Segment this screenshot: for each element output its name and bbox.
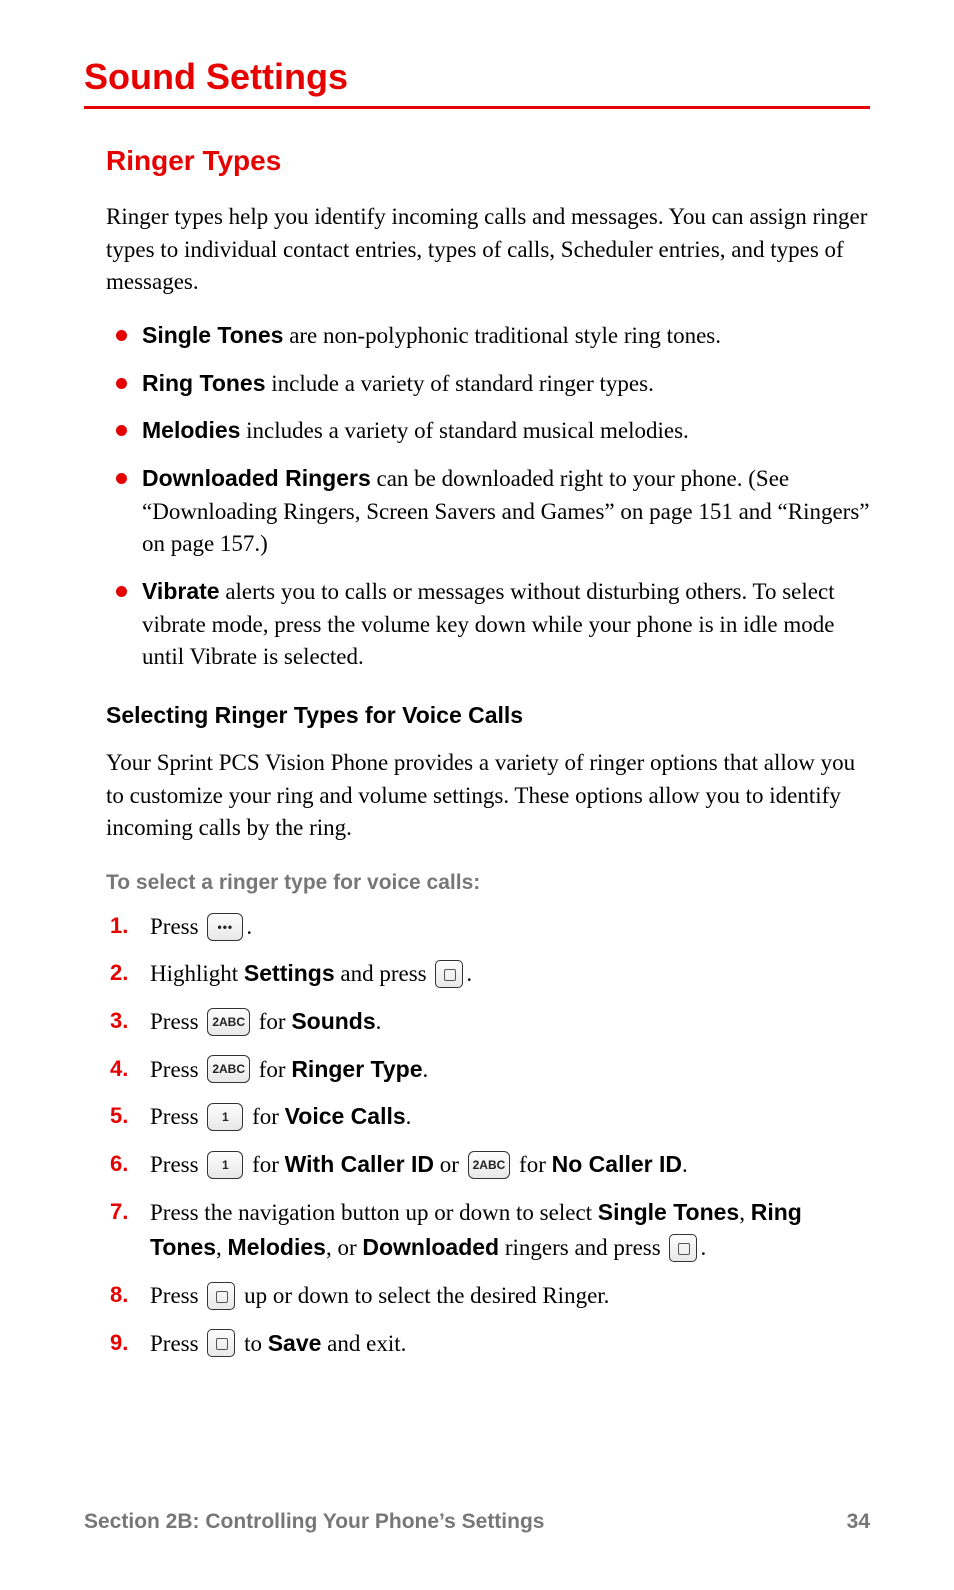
step-text: Highlight — [150, 961, 244, 986]
keypad-2-icon: 2ABC — [207, 1008, 250, 1036]
footer-section-label: Section 2B: Controlling Your Phone’s Set… — [84, 1510, 544, 1534]
step-text: for — [519, 1152, 552, 1177]
step-item: Press 2ABC for Ringer Type. — [106, 1052, 870, 1088]
step-text: Press — [150, 1057, 204, 1082]
step-bold: Save — [268, 1330, 322, 1356]
step-bold: Downloaded — [362, 1234, 499, 1260]
bullet-rest: include a variety of standard ringer typ… — [266, 371, 654, 396]
step-item: Press the navigation button up or down t… — [106, 1195, 870, 1266]
step-bold: Single Tones — [598, 1199, 739, 1225]
bullet-rest: alerts you to calls or messages without … — [142, 579, 835, 669]
keypad-2-icon: 2ABC — [468, 1151, 511, 1179]
keypad-1-icon: 1 — [207, 1151, 243, 1179]
step-text: for — [259, 1009, 292, 1034]
procedure-lead-in: To select a ringer type for voice calls: — [106, 871, 870, 895]
intro-paragraph: Ringer types help you identify incoming … — [106, 201, 870, 299]
step-text: or — [434, 1152, 465, 1177]
procedure-steps: Press . Highlight Settings and press . P… — [106, 909, 870, 1361]
list-item: Downloaded Ringers can be downloaded rig… — [106, 462, 870, 561]
page-footer: Section 2B: Controlling Your Phone’s Set… — [84, 1510, 870, 1534]
ok-key-icon — [435, 960, 463, 988]
list-item: Ring Tones include a variety of standard… — [106, 367, 870, 401]
step-text: Press — [150, 1104, 204, 1129]
list-item: Single Tones are non-polyphonic traditio… — [106, 319, 870, 353]
step-text: ringers and press — [499, 1235, 666, 1260]
step-text: Press — [150, 1331, 204, 1356]
step-text: , — [739, 1200, 751, 1225]
bullet-term: Downloaded Ringers — [142, 465, 371, 491]
ok-key-icon — [669, 1234, 697, 1262]
step-text: . — [406, 1104, 412, 1129]
step-text: . — [466, 961, 472, 986]
bullet-term: Single Tones — [142, 322, 283, 348]
bullet-rest: are non-polyphonic traditional style rin… — [283, 323, 721, 348]
step-item: Press to Save and exit. — [106, 1326, 870, 1362]
step-item: Press 2ABC for Sounds. — [106, 1004, 870, 1040]
step-text: to — [244, 1331, 268, 1356]
keypad-2-icon: 2ABC — [207, 1055, 250, 1083]
step-item: Press 1 for Voice Calls. — [106, 1099, 870, 1135]
page-title: Sound Settings — [84, 56, 870, 109]
section-heading-ringer-types: Ringer Types — [106, 145, 870, 177]
bullet-term: Vibrate — [142, 578, 220, 604]
bullet-rest: includes a variety of standard musical m… — [240, 418, 688, 443]
step-text: Press — [150, 1283, 204, 1308]
step-text: for — [252, 1152, 285, 1177]
list-item: Melodies includes a variety of standard … — [106, 414, 870, 448]
step-bold: Voice Calls — [285, 1103, 406, 1129]
step-text: Press — [150, 914, 204, 939]
keypad-1-icon: 1 — [207, 1103, 243, 1131]
bullet-term: Melodies — [142, 417, 240, 443]
step-text: , — [216, 1235, 228, 1260]
step-text: for — [259, 1057, 292, 1082]
ringer-type-bullet-list: Single Tones are non-polyphonic traditio… — [106, 319, 870, 674]
ok-key-icon — [207, 1329, 235, 1357]
step-text: . — [423, 1057, 429, 1082]
step-item: Press 1 for With Caller ID or 2ABC for N… — [106, 1147, 870, 1183]
bullet-term: Ring Tones — [142, 370, 266, 396]
step-text: . — [376, 1009, 382, 1034]
step-text: , or — [326, 1235, 362, 1260]
sub-intro-paragraph: Your Sprint PCS Vision Phone provides a … — [106, 747, 870, 845]
step-item: Press . — [106, 909, 870, 945]
step-item: Press up or down to select the desired R… — [106, 1278, 870, 1314]
step-bold: Melodies — [228, 1234, 326, 1260]
step-bold: No Caller ID — [552, 1151, 682, 1177]
step-bold: With Caller ID — [285, 1151, 434, 1177]
step-bold: Sounds — [291, 1008, 375, 1034]
manual-page: Sound Settings Ringer Types Ringer types… — [0, 0, 954, 1590]
step-bold: Settings — [244, 960, 335, 986]
menu-key-icon — [207, 913, 243, 941]
step-text: and exit. — [321, 1331, 406, 1356]
step-text: . — [682, 1152, 688, 1177]
subheading-selecting-ringer-types: Selecting Ringer Types for Voice Calls — [106, 702, 870, 729]
list-item: Vibrate alerts you to calls or messages … — [106, 575, 870, 674]
step-text: Press — [150, 1009, 204, 1034]
ok-key-icon — [207, 1282, 235, 1310]
step-text: up or down to select the desired Ringer. — [244, 1283, 609, 1308]
step-text: Press — [150, 1152, 204, 1177]
step-item: Highlight Settings and press . — [106, 956, 870, 992]
step-text: Press the navigation button up or down t… — [150, 1200, 598, 1225]
step-bold: Ringer Type — [291, 1056, 422, 1082]
footer-page-number: 34 — [847, 1510, 870, 1534]
step-text: . — [246, 914, 252, 939]
step-text: for — [252, 1104, 285, 1129]
step-text: and press — [335, 961, 433, 986]
step-text: . — [700, 1235, 706, 1260]
